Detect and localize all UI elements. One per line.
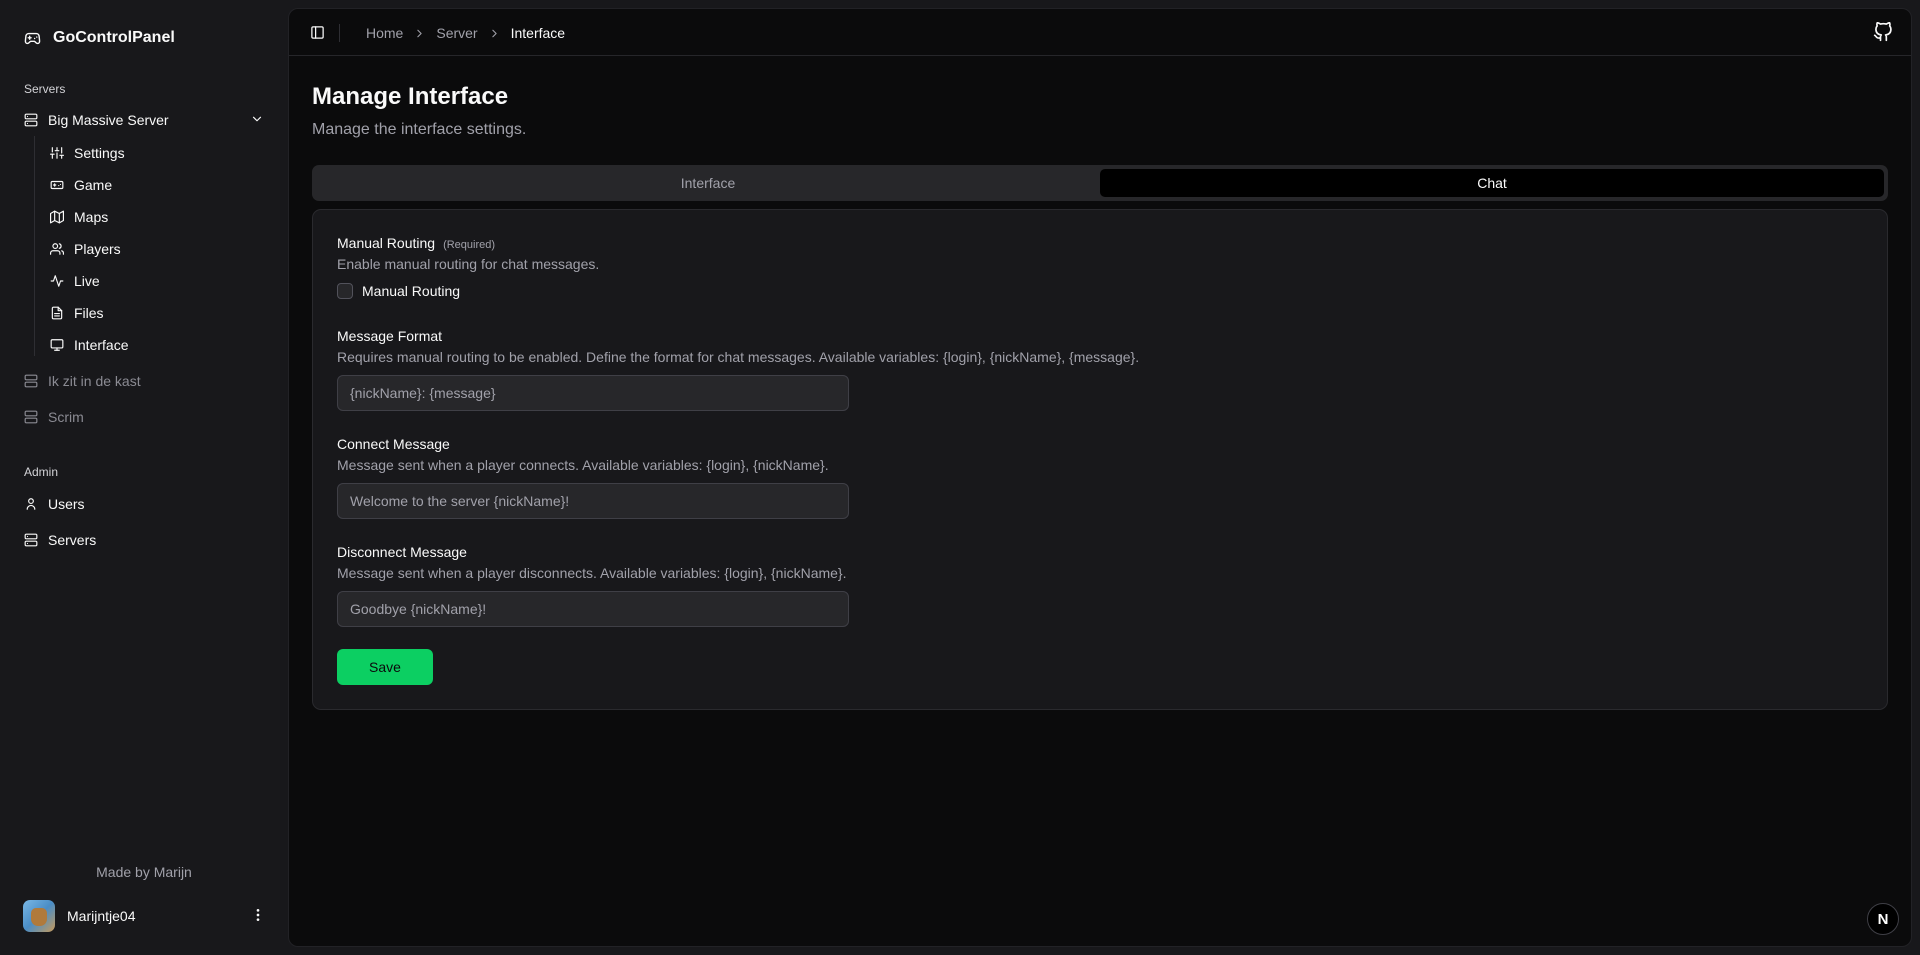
save-button[interactable]: Save [337,649,433,685]
chevron-right-icon [488,27,501,40]
map-icon [50,210,64,224]
server-ik-zit-in-de-kast[interactable]: Ik zit in de kast [16,365,272,397]
users-icon [50,242,64,256]
avatar [23,900,55,932]
sidebar-item-maps[interactable]: Maps [44,202,272,232]
monitor-icon [50,338,64,352]
sidebar-item-users[interactable]: Users [16,488,272,520]
sidebar-item-label: Maps [74,209,109,225]
server-icon [24,410,38,424]
username: Marijntje04 [67,908,136,924]
sidebar-item-label: Players [74,241,121,257]
chevron-right-icon [413,27,426,40]
tab-chat[interactable]: Chat [1100,169,1884,197]
activity-icon [50,274,64,288]
user-icon [24,497,38,511]
message-format-label: Message Format [337,328,443,344]
server-icon [24,533,38,547]
sidebar-item-interface[interactable]: Interface [44,330,272,360]
sidebar-item-settings[interactable]: Settings [44,138,272,168]
chevron-down-icon[interactable] [250,112,264,126]
sidebar-item-label: Interface [74,337,129,353]
server-icon [24,374,38,388]
message-format-input[interactable]: {nickName}: {message} [337,375,849,411]
sidebar-item-label: Settings [74,145,125,161]
disconnect-message-description: Message sent when a player disconnects. … [337,565,847,581]
manual-routing-description: Enable manual routing for chat messages. [337,256,600,272]
sidebar-item-servers[interactable]: Servers [16,524,272,556]
server-name: Ik zit in de kast [48,373,141,389]
server-big-massive[interactable]: Big Massive Server [16,104,272,136]
made-by-text: Made by Marijn [96,864,192,880]
manual-routing-label: Manual Routing (Required) [337,235,495,251]
manual-routing-checkbox[interactable] [337,283,353,299]
servers-group-label: Servers [24,82,66,96]
sidebar-item-label: Live [74,273,100,289]
connect-message-description: Message sent when a player connects. Ava… [337,457,829,473]
topbar-divider [339,24,340,42]
disconnect-message-input[interactable]: Goodbye {nickName}! [337,591,849,627]
github-icon[interactable] [1873,22,1893,42]
next-dev-badge[interactable]: N [1867,903,1899,935]
sidebar-item-live[interactable]: Live [44,266,272,296]
sidebar: GoControlPanel Servers Big Massive Serve… [0,0,288,955]
gamepad-icon [24,30,41,47]
sidebar-item-label: Servers [48,532,97,548]
checkbox-label: Manual Routing [362,283,461,299]
sidebar-toggle-icon[interactable] [310,25,325,40]
file-icon [50,306,64,320]
server-name: Big Massive Server [48,112,169,128]
server-icon [24,113,38,127]
breadcrumb-current: Interface [510,25,566,41]
admin-group-label: Admin [24,465,59,479]
connect-message-label: Connect Message [337,436,450,452]
breadcrumb: Home Server Interface [366,24,565,42]
required-marker: (Required) [443,239,496,251]
page-title: Manage Interface [312,83,509,110]
sidebar-item-label: Files [74,305,104,321]
manual-routing-checkbox-row[interactable]: Manual Routing [337,283,460,299]
tab-interface[interactable]: Interface [316,169,1100,197]
gamepad-icon [50,178,64,192]
topbar: Home Server Interface [289,9,1911,56]
page-subtitle: Manage the interface settings. [312,121,527,138]
chat-settings-card: Manual Routing (Required) Enable manual … [312,209,1888,710]
tab-list: Interface Chat [312,165,1888,201]
server-scrim[interactable]: Scrim [16,401,272,433]
sliders-icon [50,146,64,160]
server-name: Scrim [48,409,84,425]
submenu-line [34,136,35,356]
main-panel: Home Server Interface Manage Interface M… [288,8,1912,947]
breadcrumb-server[interactable]: Server [436,25,477,41]
message-format-description: Requires manual routing to be enabled. D… [337,349,1140,365]
brand[interactable]: GoControlPanel [24,26,175,50]
connect-message-input[interactable]: Welcome to the server {nickName}! [337,483,849,519]
breadcrumb-home[interactable]: Home [366,25,403,41]
more-vertical-icon[interactable] [250,907,266,923]
sidebar-item-game[interactable]: Game [44,170,272,200]
sidebar-item-files[interactable]: Files [44,298,272,328]
app-name: GoControlPanel [53,29,175,46]
sidebar-item-label: Game [74,177,113,193]
sidebar-item-players[interactable]: Players [44,234,272,264]
user-menu[interactable]: Marijntje04 [16,898,272,934]
sidebar-item-label: Users [48,496,85,512]
field-label-text: Manual Routing [337,235,436,251]
disconnect-message-label: Disconnect Message [337,544,467,560]
